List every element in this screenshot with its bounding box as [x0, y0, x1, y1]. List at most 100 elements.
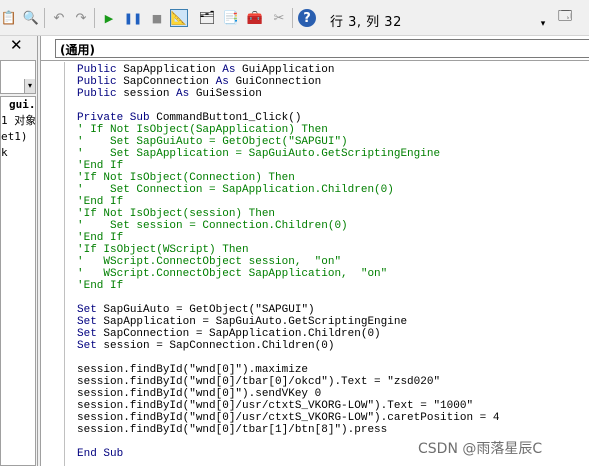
code-comment: 'End If — [77, 280, 124, 292]
code-comment: ' Set SapGuiAuto = GetObject("SAPGUI") — [77, 136, 348, 148]
code-line[interactable]: ' Set SapApplication = SapGuiAuto.GetScr… — [77, 148, 499, 160]
code-token: SapConnection — [116, 76, 216, 88]
code-token: session — [116, 88, 177, 100]
code-line[interactable]: Set SapGuiAuto = GetObject("SAPGUI") — [77, 304, 499, 316]
code-comment: 'If Not IsObject(Connection) Then — [77, 172, 295, 184]
code-line[interactable]: 'If Not IsObject(Connection) Then — [77, 172, 499, 184]
code-comment: ' Set session = Connection.Children(0) — [77, 220, 348, 232]
list-item[interactable]: et1) — [1, 129, 35, 145]
code-line[interactable]: session.findById("wnd[0]/usr/ctxtS_VKORG… — [77, 412, 499, 424]
stop-icon[interactable]: ■ — [148, 9, 166, 27]
code-comment: 'End If — [77, 160, 124, 172]
toolbar: 📋 🔍 ↶ ↷ ▶ ❚❚ ■ 📐 🗂 📑 🧰 ✂ ? 行 3, 列 32 ▾ 🗔 — [0, 0, 589, 36]
find-icon[interactable]: 🔍 — [22, 9, 40, 27]
code-keyword: Public — [77, 88, 117, 100]
pause-icon[interactable]: ❚❚ — [124, 9, 142, 27]
code-line[interactable]: session.findById("wnd[0]").maximize — [77, 364, 499, 376]
code-line[interactable] — [77, 100, 499, 112]
code-comment: ' If Not IsObject(SapApplication) Then — [77, 124, 328, 136]
code-line[interactable]: 'If Not IsObject(session) Then — [77, 208, 499, 220]
code-line[interactable]: Set SapConnection = SapApplication.Child… — [77, 328, 499, 340]
code-line[interactable]: Set SapApplication = SapGuiAuto.GetScrip… — [77, 316, 499, 328]
code-line[interactable] — [77, 292, 499, 304]
code-keyword: End Sub — [77, 448, 124, 460]
divider — [41, 60, 589, 61]
code-line[interactable] — [77, 352, 499, 364]
code-comment: 'If Not IsObject(session) Then — [77, 208, 276, 220]
code-keyword: As — [215, 76, 229, 88]
code-line[interactable]: 'End If — [77, 160, 499, 172]
chevron-down-icon[interactable]: ▾ — [24, 79, 35, 93]
design-mode-icon[interactable]: 📐 — [170, 9, 188, 27]
code-keyword: Set — [77, 316, 97, 328]
object-browser-icon[interactable]: 🧰 — [246, 9, 264, 27]
code-line[interactable]: ' Set Connection = SapApplication.Childr… — [77, 184, 499, 196]
properties-list[interactable]: gui. 1 对象 et1) k — [0, 96, 36, 466]
code-keyword: Private Sub — [77, 112, 150, 124]
code-comment: ' WScript.ConnectObject SapApplication, … — [77, 268, 388, 280]
project-explorer-panel: ✕ ▾ gui. 1 对象 et1) k — [0, 36, 38, 466]
code-token: session.findById("wnd[0]/usr/ctxtS_VKORG… — [77, 400, 474, 412]
object-selector-combo[interactable]: ▾ — [0, 60, 36, 94]
code-line[interactable]: ' If Not IsObject(SapApplication) Then — [77, 124, 499, 136]
code-keyword: Public — [77, 76, 117, 88]
code-line[interactable]: session.findById("wnd[0]").sendVKey 0 — [77, 388, 499, 400]
close-icon[interactable]: ✕ — [10, 36, 23, 54]
list-item[interactable]: 1 对象 — [1, 113, 35, 129]
run-icon[interactable]: ▶ — [100, 9, 118, 27]
toolbox-icon[interactable]: ✂ — [270, 9, 288, 27]
cursor-position-label: 行 3, 列 32 — [330, 15, 402, 30]
code-keyword: As — [222, 64, 236, 76]
procedure-selector[interactable]: (通用) — [55, 39, 589, 58]
code-line[interactable]: session.findById("wnd[0]/tbar[1]/btn[8]"… — [77, 424, 499, 436]
code-line[interactable]: session.findById("wnd[0]/tbar[0]/okcd").… — [77, 376, 499, 388]
redo-icon[interactable]: ↷ — [72, 9, 90, 27]
code-line[interactable]: 'End If — [77, 280, 499, 292]
toolbar-separator — [94, 8, 95, 28]
code-line[interactable]: ' WScript.ConnectObject SapApplication, … — [77, 268, 499, 280]
code-line[interactable]: session.findById("wnd[0]/usr/ctxtS_VKORG… — [77, 400, 499, 412]
code-comment: 'End If — [77, 232, 124, 244]
code-keyword: Set — [77, 304, 97, 316]
list-item[interactable]: gui. — [1, 97, 35, 113]
code-token: session.findById("wnd[0]/tbar[0]/okcd").… — [77, 376, 441, 388]
code-line[interactable]: Private Sub CommandButton1_Click() — [77, 112, 499, 124]
code-line[interactable]: 'End If — [77, 196, 499, 208]
code-token: SapApplication — [116, 64, 223, 76]
code-line[interactable]: 'If IsObject(WScript) Then — [77, 244, 499, 256]
code-comment: 'If IsObject(WScript) Then — [77, 244, 249, 256]
code-token: GuiConnection — [228, 76, 322, 88]
code-comment: 'End If — [77, 196, 124, 208]
code-line[interactable]: Set session = SapConnection.Children(0) — [77, 340, 499, 352]
code-token: session.findById("wnd[0]/tbar[1]/btn[8]"… — [77, 424, 388, 436]
code-token: SapGuiAuto = GetObject("SAPGUI") — [96, 304, 315, 316]
code-token: session.findById("wnd[0]").sendVKey 0 — [77, 388, 322, 400]
code-line[interactable]: ' Set session = Connection.Children(0) — [77, 220, 499, 232]
list-item[interactable]: k — [1, 145, 35, 161]
code-line[interactable]: ' Set SapGuiAuto = GetObject("SAPGUI") — [77, 136, 499, 148]
code-token: SapConnection = SapApplication.Children(… — [96, 328, 381, 340]
undo-icon[interactable]: ↶ — [50, 9, 68, 27]
view-code-icon[interactable]: 🗔 — [556, 9, 574, 27]
code-line[interactable]: 'End If — [77, 232, 499, 244]
code-token: session = SapConnection.Children(0) — [96, 340, 335, 352]
project-explorer-icon[interactable]: 🗂 — [198, 9, 216, 27]
code-keyword: Set — [77, 328, 97, 340]
code-line[interactable]: Public SapApplication As GuiApplication — [77, 64, 499, 76]
toolbar-separator — [44, 8, 45, 28]
code-token: GuiSession — [189, 88, 262, 100]
code-line[interactable]: ' WScript.ConnectObject session, "on" — [77, 256, 499, 268]
code-token: session.findById("wnd[0]").maximize — [77, 364, 309, 376]
help-icon[interactable]: ? — [298, 9, 316, 27]
watermark: CSDN @雨落星辰C — [418, 441, 543, 457]
code-window: (通用) Public SapApplication As GuiApplica… — [40, 36, 589, 466]
code-text[interactable]: Public SapApplication As GuiApplication P… — [77, 64, 499, 460]
code-line[interactable]: Public session As GuiSession — [77, 88, 499, 100]
code-token: session.findById("wnd[0]/usr/ctxtS_VKORG… — [77, 412, 500, 424]
toolbar-options-chevron-icon[interactable]: ▾ — [538, 11, 548, 29]
code-line[interactable]: Public SapConnection As GuiConnection — [77, 76, 499, 88]
paste-icon[interactable]: 📋 — [0, 9, 18, 27]
code-editor[interactable]: Public SapApplication As GuiApplication P… — [64, 62, 589, 466]
properties-icon[interactable]: 📑 — [222, 9, 240, 27]
code-comment: ' Set Connection = SapApplication.Childr… — [77, 184, 394, 196]
